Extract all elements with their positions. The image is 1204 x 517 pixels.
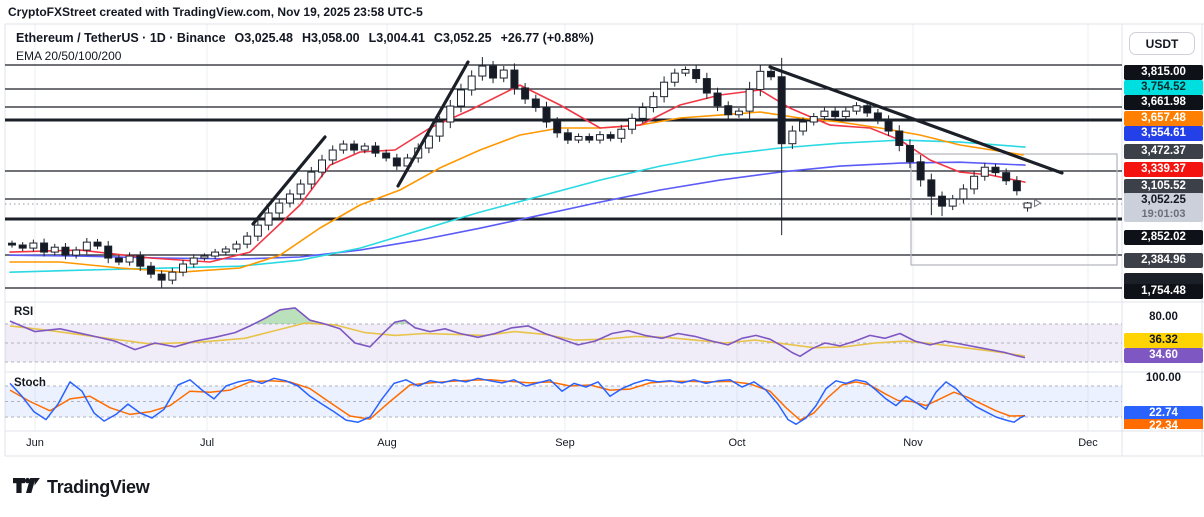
price-label: 3,657.48 — [1124, 111, 1203, 126]
price-label: 3,105.52 — [1124, 179, 1203, 194]
candlesticks — [9, 57, 1032, 288]
ema-lines — [10, 85, 1025, 272]
price-label: 3,815.00 — [1124, 65, 1203, 80]
price-label: 34.60 — [1124, 348, 1203, 363]
price-label: 3,554.61 — [1124, 126, 1203, 141]
price-label: 3,052.2519:01:03 — [1124, 193, 1203, 222]
rsi-pane-title[interactable]: RSI — [14, 306, 33, 318]
time-label-jul: Jul — [200, 437, 214, 449]
price-label: 1,754.48 — [1124, 284, 1203, 299]
price-label: 36.32 — [1124, 333, 1203, 348]
price-marker — [1035, 200, 1041, 207]
time-label-oct: Oct — [728, 437, 745, 449]
countdown-timer: 19:01:03 — [1124, 208, 1203, 221]
grid-lines — [35, 24, 1088, 431]
symbol-legend[interactable]: Ethereum / TetherUS · 1D · Binance O3,02… — [16, 31, 594, 45]
tradingview-logo[interactable]: TradingView — [13, 475, 149, 499]
price-change: +26.77 (+0.88%) — [501, 31, 594, 45]
clipped-label-wrap: 22.34 — [1124, 419, 1203, 429]
price-label: 100.00 — [1124, 371, 1203, 386]
price-label: 3,661.98 — [1124, 95, 1203, 110]
ema200-line — [10, 162, 1025, 259]
time-label-sep: Sep — [555, 437, 575, 449]
tradingview-chart-widget: CryptoFXStreet created with TradingView.… — [0, 0, 1204, 517]
time-label-dec: Dec — [1078, 437, 1098, 449]
ohlc-close: C3,052.25 — [434, 31, 492, 45]
price-label: 3,754.52 — [1124, 80, 1203, 95]
price-label: 22.34 — [1124, 419, 1203, 429]
ema50-line — [10, 112, 1023, 272]
price-label: 2,852.02 — [1124, 230, 1203, 245]
price-label: 3,339.37 — [1124, 162, 1203, 177]
price-label: 80.00 — [1124, 310, 1203, 325]
price-label: 2,384.96 — [1124, 253, 1203, 268]
time-label-nov: Nov — [903, 437, 923, 449]
time-label-aug: Aug — [377, 437, 397, 449]
ohlc-open: O3,025.48 — [235, 31, 293, 45]
ohlc-high: H3,058.00 — [302, 31, 360, 45]
ema-indicator-legend[interactable]: EMA 20/50/100/200 — [16, 49, 121, 63]
price-label: 3,472.37 — [1124, 144, 1203, 159]
ema20-line — [10, 85, 1025, 262]
rsi-pane — [5, 308, 1122, 362]
tradingview-logo-icon — [13, 475, 40, 499]
time-label-jun: Jun — [26, 437, 44, 449]
horizontal-level-lines[interactable] — [5, 65, 1122, 288]
stoch-pane — [5, 378, 1122, 424]
tradingview-wordmark: TradingView — [47, 477, 149, 498]
symbol-title[interactable]: Ethereum / TetherUS · 1D · Binance — [16, 31, 226, 45]
ohlc-low: L3,004.41 — [369, 31, 425, 45]
stoch-pane-title[interactable]: Stoch — [14, 377, 46, 389]
ema100-line — [10, 140, 1025, 272]
